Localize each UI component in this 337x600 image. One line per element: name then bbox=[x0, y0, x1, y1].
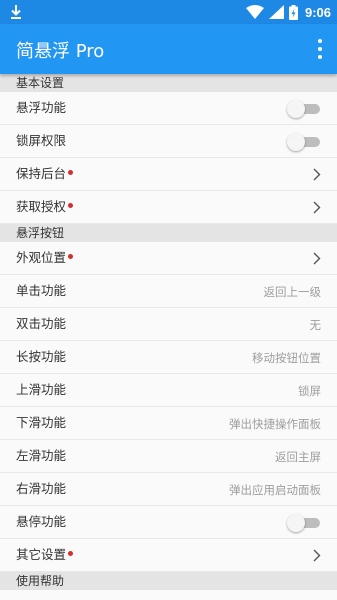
download-icon bbox=[11, 5, 21, 19]
notice-dot bbox=[68, 551, 74, 556]
row-value: 弹出应用启动面板 bbox=[229, 483, 321, 497]
notice-dot bbox=[68, 170, 74, 175]
app-title: 简悬浮 Pro bbox=[16, 41, 105, 62]
row-value: 移动按钮位置 bbox=[252, 351, 321, 365]
row-label: 双击功能 bbox=[16, 316, 67, 331]
section-header-basic: 基本设置 bbox=[0, 74, 337, 92]
notice-dot bbox=[68, 254, 74, 259]
row-label: 右滑功能 bbox=[16, 481, 67, 496]
battery-charging-icon bbox=[288, 4, 298, 20]
row-keep-background[interactable]: 保持后台 bbox=[0, 158, 337, 191]
row-label: 单击功能 bbox=[16, 283, 67, 298]
row-value: 返回主屏 bbox=[275, 450, 321, 464]
lock-permission-switch[interactable] bbox=[287, 133, 321, 151]
chevron-right-icon bbox=[313, 252, 321, 265]
row-label: 悬浮功能 bbox=[16, 100, 67, 115]
row-value: 弹出快捷操作面板 bbox=[229, 417, 321, 431]
chevron-right-icon bbox=[313, 549, 321, 562]
row-label: 其它设置 bbox=[16, 547, 74, 563]
row-label: 左滑功能 bbox=[16, 448, 67, 463]
chevron-right-icon bbox=[313, 168, 321, 181]
row-value: 返回上一级 bbox=[263, 285, 322, 299]
row-single-click[interactable]: 单击功能 返回上一级 bbox=[0, 275, 337, 308]
row-long-press[interactable]: 长按功能 移动按钮位置 bbox=[0, 341, 337, 374]
row-label: 上滑功能 bbox=[16, 382, 67, 397]
status-bar: 9:06 bbox=[0, 0, 337, 24]
row-label: 长按功能 bbox=[16, 349, 67, 364]
row-swipe-left[interactable]: 左滑功能 返回主屏 bbox=[0, 440, 337, 473]
row-swipe-up[interactable]: 上滑功能 锁屏 bbox=[0, 374, 337, 407]
row-label: 下滑功能 bbox=[16, 415, 67, 430]
row-label: 外观位置 bbox=[16, 250, 74, 266]
hover-switch[interactable] bbox=[287, 514, 321, 532]
section-header-button: 悬浮按钮 bbox=[0, 224, 337, 242]
wifi-icon bbox=[245, 5, 264, 19]
row-label: 保持后台 bbox=[16, 166, 74, 182]
row-value: 锁屏 bbox=[298, 384, 321, 398]
row-other-settings[interactable]: 其它设置 bbox=[0, 539, 337, 572]
signal-icon bbox=[268, 5, 284, 19]
status-time: 9:06 bbox=[304, 4, 331, 20]
row-value: 无 bbox=[309, 318, 322, 332]
row-label: 获取授权 bbox=[16, 199, 74, 215]
chevron-right-icon bbox=[313, 201, 321, 214]
more-vert-icon[interactable] bbox=[315, 39, 325, 59]
row-swipe-right[interactable]: 右滑功能 弹出应用启动面板 bbox=[0, 473, 337, 506]
row-float-function[interactable]: 悬浮功能 bbox=[0, 92, 337, 125]
section-header-help: 使用帮助 bbox=[0, 572, 337, 590]
row-lock-permission[interactable]: 锁屏权限 bbox=[0, 125, 337, 158]
float-function-switch[interactable] bbox=[287, 100, 321, 118]
row-appearance[interactable]: 外观位置 bbox=[0, 242, 337, 275]
notice-dot bbox=[68, 203, 74, 208]
app-bar: 简悬浮 Pro bbox=[0, 24, 337, 74]
row-hover[interactable]: 悬停功能 bbox=[0, 506, 337, 539]
row-double-click[interactable]: 双击功能 无 bbox=[0, 308, 337, 341]
row-get-authorization[interactable]: 获取授权 bbox=[0, 191, 337, 224]
settings-list: 基本设置 悬浮功能 锁屏权限 保持后台 获取授权 悬浮按钮 外观位置 单击功能 … bbox=[0, 74, 337, 590]
row-label: 悬停功能 bbox=[16, 514, 67, 529]
row-swipe-down[interactable]: 下滑功能 弹出快捷操作面板 bbox=[0, 407, 337, 440]
row-label: 锁屏权限 bbox=[16, 133, 67, 148]
